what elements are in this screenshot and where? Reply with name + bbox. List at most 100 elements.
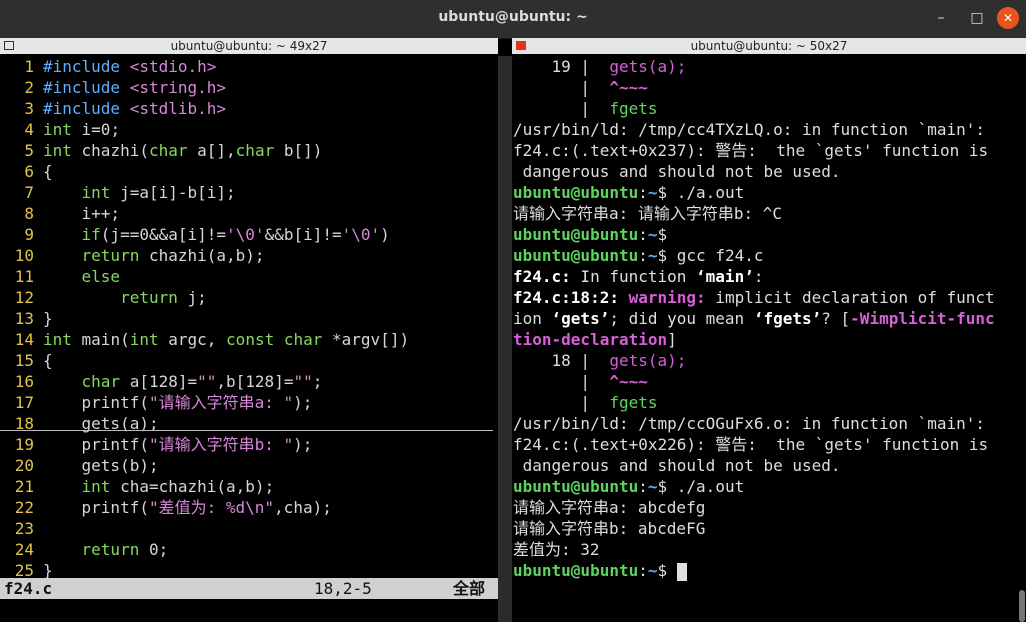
code-line[interactable]: 17 printf("请输入字符串a: "); [0, 392, 498, 413]
code-line[interactable]: 12 return j; [0, 287, 498, 308]
window-titlebar: ubuntu@ubuntu: ~ – □ ✕ [0, 0, 1026, 39]
line-number: 22 [14, 498, 34, 517]
terminal-line: | ^~~~ [513, 372, 648, 391]
line-number: 14 [14, 330, 34, 349]
terminal-line: f24.c:(.text+0x237): 警告: the `gets' func… [513, 141, 989, 160]
code-line[interactable]: 11 else [0, 266, 498, 287]
code-line[interactable]: 8 i++; [0, 203, 498, 224]
line-number: 4 [24, 120, 34, 139]
code-line[interactable]: 24 return 0; [0, 539, 498, 560]
code-line[interactable]: 22 printf("差值为: %d\n",cha); [0, 497, 498, 518]
code-line[interactable]: 25} [0, 560, 498, 578]
vim-editor[interactable]: 1 #include <stdio.h> 2 #include <string.h> 3… [0, 56, 498, 578]
terminal-line: ubuntu@ubuntu:~$ ./a.out [513, 183, 745, 202]
code-text: int chazhi(char a[],char b[]) [43, 141, 323, 160]
terminal-line: 19 | gets(a); [513, 57, 687, 76]
code-text: int j=a[i]-b[i]; [81, 183, 236, 202]
line-number: 16 [14, 372, 34, 391]
line-number: 11 [14, 267, 34, 286]
terminal-line: 请输入字符串a: 请输入字符串b: ^C [513, 204, 783, 223]
code-text: { [43, 162, 53, 181]
line-number: 1 [24, 57, 34, 76]
terminal-line: 请输入字符串b: abcdeFG [513, 519, 706, 538]
code-text: gets(b); [43, 456, 159, 475]
code-line[interactable]: 23 [0, 518, 498, 539]
code-text: #include <stdlib.h> [43, 99, 227, 118]
terminal-line: 差值为: 32 [513, 540, 600, 559]
cursor-line [0, 430, 493, 431]
code-line[interactable]: 9 if(j==0&&a[i]!='\0'&&b[i]!='\0') [0, 224, 498, 245]
line-number: 24 [14, 540, 34, 559]
scrollbar[interactable] [1019, 590, 1025, 622]
code-text: else [81, 267, 121, 286]
terminal-line: 18 | gets(a); [513, 351, 687, 370]
code-line[interactable]: 14 int main(int argc, const char *argv[]) [0, 329, 498, 350]
terminal-line: dangerous and should not be used. [513, 456, 841, 475]
line-number: 8 [24, 204, 34, 223]
code-text: printf("请输入字符串a: "); [43, 393, 313, 412]
line-number: 3 [24, 99, 34, 118]
code-text: #include <stdio.h> [43, 57, 217, 76]
code-text: } [43, 561, 53, 578]
terminal-cursor [676, 562, 687, 581]
line-number: 13 [14, 309, 34, 328]
terminal-line: tion-declaration] [513, 330, 677, 349]
terminal-line: /usr/bin/ld: /tmp/ccOGuFx6.o: in functio… [513, 414, 986, 433]
terminal-line: f24.c: In function ‘main’: [513, 267, 764, 286]
terminal-line: | fgets [513, 99, 658, 118]
code-line[interactable]: 13} [0, 308, 498, 329]
window-title: ubuntu@ubuntu: ~ [438, 9, 588, 25]
code-line[interactable]: 1 #include <stdio.h> [0, 56, 498, 77]
code-text: printf("请输入字符串b: "); [43, 435, 313, 454]
code-line[interactable]: 4 int i=0; [0, 119, 498, 140]
code-text: i++; [43, 204, 121, 223]
code-text: if(j==0&&a[i]!='\0'&&b[i]!='\0') [81, 225, 390, 244]
terminal-line: ion ‘gets’; did you mean ‘fgets’? [-Wimp… [513, 309, 995, 328]
terminal-line: f24.c:18:2: warning: implicit declaratio… [513, 288, 995, 307]
code-line[interactable]: 6{ [0, 161, 498, 182]
code-text: { [43, 351, 53, 370]
line-number: 6 [24, 162, 34, 181]
terminal-output[interactable]: 19 | gets(a); | ^~~~ | fgets/usr/bin/ld:… [513, 56, 1026, 622]
pane-divider[interactable] [498, 56, 512, 622]
code-line[interactable]: 19 printf("请输入字符串b: "); [0, 434, 498, 455]
code-line[interactable]: 5 int chazhi(char a[],char b[]) [0, 140, 498, 161]
vim-statusline: f24.c 18,2-5 全部 [0, 578, 498, 599]
line-number: 19 [14, 435, 34, 454]
terminal-line: ubuntu@ubuntu:~$ [513, 560, 1026, 581]
code-line[interactable]: 7 int j=a[i]-b[i]; [0, 182, 498, 203]
code-line[interactable]: 10 return chazhi(a,b); [0, 245, 498, 266]
line-number: 12 [14, 288, 34, 307]
line-number: 20 [14, 456, 34, 475]
left-pane-title-text: ubuntu@ubuntu: ~ 49x27 [170, 39, 328, 53]
maximize-icon[interactable]: □ [966, 7, 988, 29]
right-pane-title-text: ubuntu@ubuntu: ~ 50x27 [690, 39, 848, 53]
terminal-line: ubuntu@ubuntu:~$ gcc f24.c [513, 246, 764, 265]
line-number: 9 [24, 225, 34, 244]
line-number: 5 [24, 141, 34, 160]
terminal-line: ubuntu@ubuntu:~$ ./a.out [513, 477, 745, 496]
minimize-icon[interactable]: – [930, 7, 952, 29]
code-text: printf("差值为: %d\n",cha); [43, 498, 332, 517]
code-line[interactable]: 3 #include <stdlib.h> [0, 98, 498, 119]
right-pane-title[interactable]: ubuntu@ubuntu: ~ 50x27 [512, 38, 1026, 54]
code-text: int i=0; [43, 120, 121, 139]
terminal-line: | ^~~~ [513, 78, 648, 97]
line-number: 2 [24, 78, 34, 97]
line-number: 25 [14, 561, 34, 578]
code-line[interactable]: 15 { [0, 350, 498, 371]
close-icon[interactable]: ✕ [997, 7, 1019, 29]
status-filename: f24.c [4, 579, 53, 598]
code-line[interactable]: 16 char a[128]="",b[128]=""; [0, 371, 498, 392]
left-pane-title[interactable]: ubuntu@ubuntu: ~ 49x27 [0, 38, 498, 54]
code-line[interactable]: 2 #include <string.h> [0, 77, 498, 98]
code-text: #include <string.h> [43, 78, 227, 97]
terminal-line: dangerous and should not be used. [513, 162, 841, 181]
code-line[interactable]: 20 gets(b); [0, 455, 498, 476]
status-position: 18,2-5 [314, 579, 372, 598]
code-line[interactable]: 21 int cha=chazhi(a,b); [0, 476, 498, 497]
line-number: 15 [14, 351, 34, 370]
line-number: 7 [24, 183, 34, 202]
terminal-line: ubuntu@ubuntu:~$ [513, 225, 668, 244]
line-number: 21 [14, 477, 34, 496]
